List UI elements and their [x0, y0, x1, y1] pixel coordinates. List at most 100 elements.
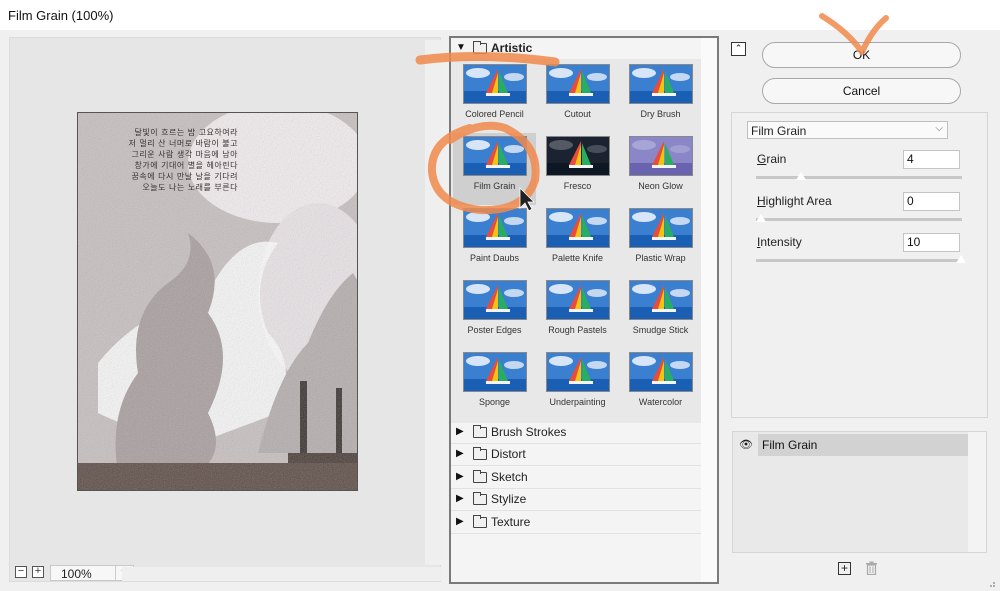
trash-icon[interactable]: [865, 561, 878, 575]
filter-thumbnail[interactable]: Cutout: [536, 61, 619, 133]
filter-gallery-list: ▼ Artistic Colored Pencil Cutout Dry Brush…: [451, 38, 703, 582]
resize-grip-icon[interactable]: [986, 578, 996, 588]
category-texture[interactable]: ▶ Texture: [451, 512, 703, 534]
ok-button[interactable]: OK: [762, 42, 961, 68]
zoom-in-button[interactable]: +: [32, 566, 44, 578]
sailboat-preview-image: [463, 280, 527, 320]
sailboat-preview-image: [546, 208, 610, 248]
filter-thumbnail[interactable]: Paint Daubs: [453, 205, 536, 277]
cancel-button[interactable]: Cancel: [762, 78, 961, 104]
filter-thumbnail[interactable]: Plastic Wrap: [619, 205, 702, 277]
expand-right-icon: ▶: [456, 448, 464, 460]
filter-thumbnail-label: Rough Pastels: [548, 325, 607, 335]
filter-thumbnail-label: Plastic Wrap: [635, 253, 686, 263]
folder-icon: [473, 425, 487, 438]
filter-thumbnail-label: Sponge: [478, 397, 511, 407]
poem-line: 그리운 사람 생각 마음에 남아: [131, 150, 238, 159]
sailboat-preview-image: [629, 280, 693, 320]
filter-thumbnail-label: Film Grain: [473, 181, 516, 191]
slider-thumb[interactable]: [955, 255, 967, 264]
filter-thumbnail-label: Fresco: [563, 181, 592, 191]
filter-thumbnail[interactable]: Underpainting: [536, 349, 619, 421]
poem-line: 달빛이 흐르는 밤 고요하여라: [134, 128, 238, 137]
category-label: Artistic: [491, 41, 533, 55]
sailboat-preview-image: [546, 64, 610, 104]
sailboat-preview-image: [546, 280, 610, 320]
filter-thumbnail[interactable]: Poster Edges: [453, 277, 536, 349]
expand-right-icon: ▶: [456, 515, 464, 527]
eye-icon[interactable]: 👁: [734, 434, 758, 456]
poem-line: 오늘도 나는 노래를 부른다: [142, 183, 238, 192]
param-value-input[interactable]: 4: [903, 150, 960, 169]
sailboat-preview-image: [546, 352, 610, 392]
sailboat-preview-image: [463, 136, 527, 176]
zoom-level-value: 100%: [61, 567, 92, 581]
param-slider[interactable]: [756, 172, 962, 181]
preview-vertical-scrollbar[interactable]: [425, 40, 441, 565]
effect-layers-panel: 👁 Film Grain: [732, 431, 987, 553]
layers-scrollbar[interactable]: [968, 432, 986, 552]
folder-icon: [473, 447, 487, 461]
window-title: Film Grain (100%): [8, 8, 114, 23]
param-label: Highlight Area: [757, 194, 832, 208]
preview-horizontal-scrollbar[interactable]: [122, 567, 442, 581]
filter-thumbnail-label: Underpainting: [549, 397, 606, 407]
new-effect-layer-icon[interactable]: +: [838, 562, 851, 575]
zoom-out-button[interactable]: −: [15, 566, 27, 578]
filter-thumbnail[interactable]: Fresco: [536, 133, 619, 205]
filter-thumbnail[interactable]: Dry Brush: [619, 61, 702, 133]
filter-thumbnail[interactable]: Rough Pastels: [536, 277, 619, 349]
slider-thumb[interactable]: [795, 172, 807, 181]
filter-thumbnail[interactable]: Sponge: [453, 349, 536, 421]
filter-thumbnail[interactable]: Film Grain: [453, 133, 536, 205]
category-sketch[interactable]: ▶ Sketch: [451, 467, 703, 489]
filter-thumbnail-label: Neon Glow: [638, 181, 683, 191]
sailboat-preview-image: [629, 352, 693, 392]
filter-thumbnail-label: Smudge Stick: [632, 325, 689, 335]
filter-thumbnail[interactable]: Smudge Stick: [619, 277, 702, 349]
param-value-input[interactable]: 10: [903, 233, 960, 252]
filter-thumbnail-label: Watercolor: [638, 397, 683, 407]
filter-type-select[interactable]: Film Grain ⌵: [747, 121, 948, 139]
collapse-up-icon: ⌃: [734, 43, 743, 53]
sailboat-preview-image: [463, 64, 527, 104]
category-label: Brush Strokes: [491, 425, 567, 439]
poem-text: 달빛이 흐르는 밤 고요하여라 저 멀리 산 너머로 바람이 불고 그리운 사람…: [88, 127, 238, 193]
filter-thumbnail[interactable]: Neon Glow: [619, 133, 702, 205]
category-brush-strokes[interactable]: ▶ Brush Strokes: [451, 422, 703, 444]
collapse-gallery-button[interactable]: ⌃: [731, 42, 746, 56]
filter-thumbnail[interactable]: Watercolor: [619, 349, 702, 421]
filter-thumbnail[interactable]: Colored Pencil: [453, 61, 536, 133]
effect-layer-name: Film Grain: [762, 438, 818, 452]
poem-line: 꿈속에 다시 만날 날을 기다려: [131, 172, 238, 181]
sailboat-preview-image: [629, 136, 693, 176]
category-label: Distort: [491, 447, 526, 462]
gallery-scrollbar[interactable]: [701, 38, 717, 582]
poem-line: 저 멀리 산 너머로 바람이 불고: [128, 139, 238, 148]
expand-right-icon: ▶: [456, 493, 464, 505]
param-slider[interactable]: [756, 255, 967, 264]
param-slider[interactable]: [755, 214, 962, 223]
param-label: Grain: [757, 152, 787, 166]
folder-icon: [473, 514, 487, 528]
effect-layer-row[interactable]: 👁 Film Grain: [734, 434, 969, 456]
filter-thumbnail-label: Dry Brush: [640, 109, 681, 119]
filter-thumbnail[interactable]: Palette Knife: [536, 205, 619, 277]
expand-right-icon: ▶: [456, 470, 464, 482]
sailboat-preview-image: [463, 208, 527, 248]
category-stylize[interactable]: ▶ Stylize: [451, 489, 703, 512]
param-label: Intensity: [757, 235, 802, 249]
sailboat-preview-image: [629, 64, 693, 104]
folder-icon: [473, 492, 487, 506]
param-value-input[interactable]: 0: [903, 192, 960, 211]
filter-thumbnail-label: Colored Pencil: [465, 109, 524, 119]
folder-icon: [473, 41, 487, 54]
category-label: Texture: [491, 514, 531, 529]
category-label: Stylize: [491, 492, 527, 507]
preview-image[interactable]: 달빛이 흐르는 밤 고요하여라 저 멀리 산 너머로 바람이 불고 그리운 사람…: [77, 112, 358, 491]
slider-thumb[interactable]: [755, 214, 767, 223]
category-artistic[interactable]: ▼ Artistic: [451, 38, 703, 60]
category-distort[interactable]: ▶ Distort: [451, 444, 703, 467]
poem-line: 창가에 기대어 별을 헤아린다: [134, 161, 238, 170]
title-bar: Film Grain (100%): [0, 0, 1000, 30]
